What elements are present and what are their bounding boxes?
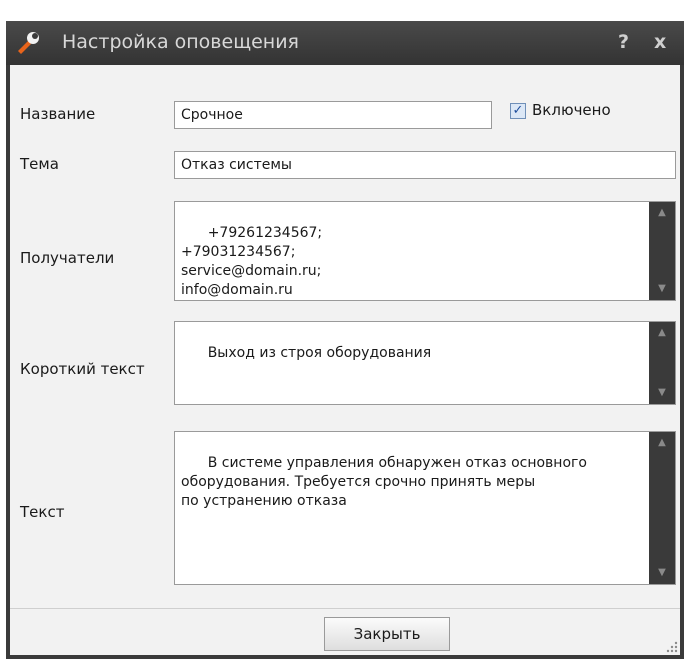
- short-text-content: Выход из строя оборудования: [207, 345, 432, 361]
- recipients-scrollbar[interactable]: ▲ ▼: [649, 202, 675, 300]
- scroll-down-arrow-icon[interactable]: ▼: [649, 564, 675, 582]
- dialog-title: Настройка оповещения: [62, 31, 299, 53]
- scroll-up-arrow-icon[interactable]: ▲: [649, 324, 675, 342]
- subject-input[interactable]: Отказ системы: [174, 151, 676, 179]
- recipients-text: +79261234567; +79031234567; service@doma…: [181, 225, 323, 298]
- scroll-down-arrow-icon[interactable]: ▼: [649, 384, 675, 402]
- scroll-up-arrow-icon[interactable]: ▲: [649, 434, 675, 452]
- text-scrollbar[interactable]: ▲ ▼: [649, 432, 675, 584]
- enabled-checkbox[interactable]: ✓: [510, 103, 526, 119]
- dialog-content: Название Срочное ✓ Включено Тема Отказ с…: [10, 65, 680, 655]
- scroll-down-arrow-icon[interactable]: ▼: [649, 280, 675, 298]
- text-content: В системе управления обнаружен отказ осн…: [181, 455, 587, 509]
- resize-grip-icon[interactable]: [664, 639, 678, 653]
- name-input[interactable]: Срочное: [174, 101, 492, 129]
- footer-divider: [10, 608, 680, 609]
- close-button[interactable]: Закрыть: [324, 617, 450, 651]
- short-text-textarea[interactable]: Выход из строя оборудования ▲ ▼: [174, 321, 676, 405]
- subject-label: Тема: [20, 155, 59, 173]
- text-label: Текст: [20, 503, 65, 521]
- title-bar[interactable]: Настройка оповещения ? x: [6, 21, 684, 65]
- scroll-up-arrow-icon[interactable]: ▲: [649, 204, 675, 222]
- enabled-label: Включено: [532, 101, 611, 119]
- wrench-icon: [18, 32, 39, 54]
- alert-settings-dialog: Настройка оповещения ? x Название Срочно…: [6, 21, 684, 659]
- help-button[interactable]: ?: [618, 31, 629, 53]
- short-text-label: Короткий текст: [20, 360, 145, 378]
- short-text-scrollbar[interactable]: ▲ ▼: [649, 322, 675, 404]
- name-label: Название: [20, 105, 96, 123]
- recipients-label: Получатели: [20, 249, 115, 267]
- recipients-textarea[interactable]: +79261234567; +79031234567; service@doma…: [174, 201, 676, 301]
- text-textarea[interactable]: В системе управления обнаружен отказ осн…: [174, 431, 676, 585]
- close-icon[interactable]: x: [654, 31, 666, 53]
